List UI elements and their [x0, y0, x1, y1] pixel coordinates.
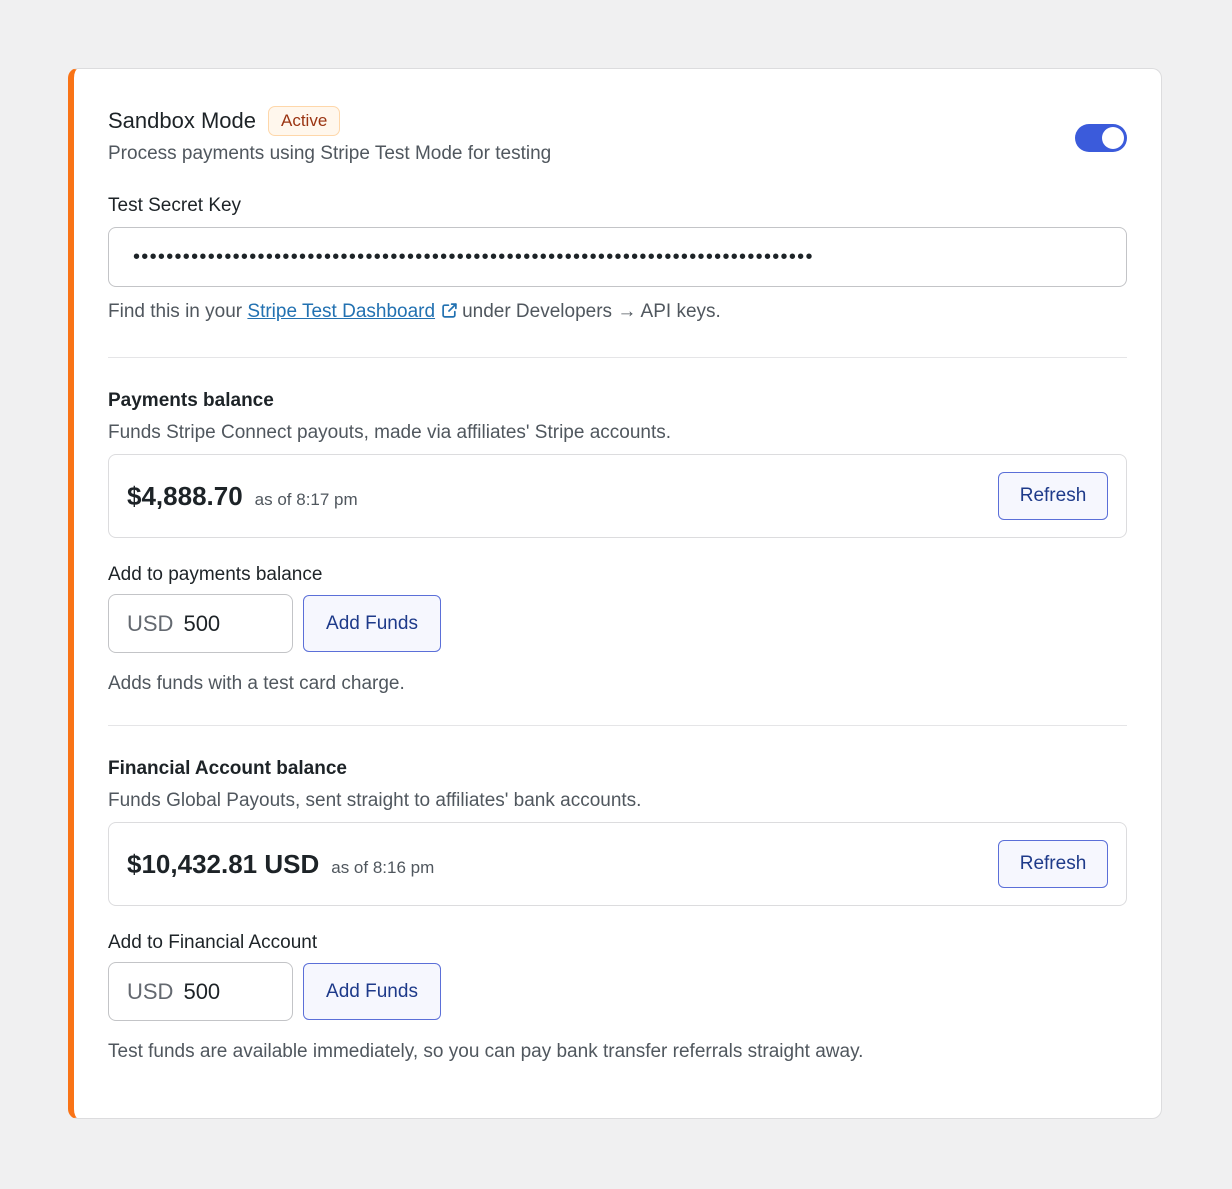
sandbox-header: Sandbox Mode Active Process payments usi… [108, 69, 1127, 165]
financial-account-description: Funds Global Payouts, sent straight to a… [108, 790, 642, 811]
financial-account-timestamp: as of 8:16 pm [331, 857, 435, 877]
payments-balance-title: Payments balance [108, 390, 274, 411]
sandbox-title-row: Sandbox Mode Active [108, 105, 1127, 137]
currency-prefix: USD [127, 978, 174, 1004]
secret-key-input[interactable]: ••••••••••••••••••••••••••••••••••••••••… [108, 227, 1127, 287]
add-payments-row: USD 500 Add Funds [108, 594, 1127, 653]
payments-add-help: Adds funds with a test card charge. [108, 673, 405, 694]
financial-account-box: $10,432.81 USD as of 8:16 pm Refresh [108, 822, 1127, 906]
financial-amount-input[interactable]: USD 500 [108, 962, 293, 1021]
payments-balance-amount-group: $4,888.70 as of 8:17 pm [127, 481, 358, 512]
payments-add-funds-button[interactable]: Add Funds [303, 595, 441, 652]
stripe-dashboard-link[interactable]: Stripe Test Dashboard [247, 301, 435, 322]
status-badge: Active [268, 106, 341, 136]
payments-amount-input[interactable]: USD 500 [108, 594, 293, 653]
add-financial-label: Add to Financial Account [108, 932, 318, 953]
help-prefix: Find this in your [108, 301, 243, 322]
sandbox-title: Sandbox Mode [108, 108, 256, 133]
payments-refresh-button[interactable]: Refresh [998, 472, 1108, 520]
divider [108, 357, 1127, 358]
toggle-knob [1102, 127, 1124, 149]
amount-value: 500 [183, 978, 221, 1004]
financial-add-funds-button[interactable]: Add Funds [303, 963, 441, 1020]
currency-prefix: USD [127, 610, 174, 636]
add-payments-label: Add to payments balance [108, 564, 323, 585]
payments-balance-timestamp: as of 8:17 pm [254, 489, 358, 509]
financial-account-amount-group: $10,432.81 USD as of 8:16 pm [127, 849, 434, 880]
financial-refresh-button[interactable]: Refresh [998, 840, 1108, 888]
secret-key-help: Find this in your Stripe Test Dashboard u… [108, 301, 1127, 325]
amount-value: 500 [183, 610, 221, 636]
payments-balance-box: $4,888.70 as of 8:17 pm Refresh [108, 454, 1127, 538]
financial-account-amount: $10,432.81 USD [127, 848, 320, 879]
help-suffix: under Developers → API keys. [462, 301, 721, 322]
payments-balance-amount: $4,888.70 [127, 480, 243, 511]
payments-balance-description: Funds Stripe Connect payouts, made via a… [108, 422, 672, 443]
financial-account-title: Financial Account balance [108, 758, 347, 779]
sandbox-settings-card: Sandbox Mode Active Process payments usi… [68, 68, 1162, 1119]
add-financial-row: USD 500 Add Funds [108, 962, 1127, 1021]
external-link-icon[interactable] [441, 302, 458, 325]
financial-add-help: Test funds are available immediately, so… [108, 1041, 864, 1062]
divider [108, 725, 1127, 726]
sandbox-mode-toggle[interactable] [1075, 124, 1127, 152]
sandbox-description: Process payments using Stripe Test Mode … [108, 143, 552, 164]
secret-key-label: Test Secret Key [108, 195, 242, 216]
